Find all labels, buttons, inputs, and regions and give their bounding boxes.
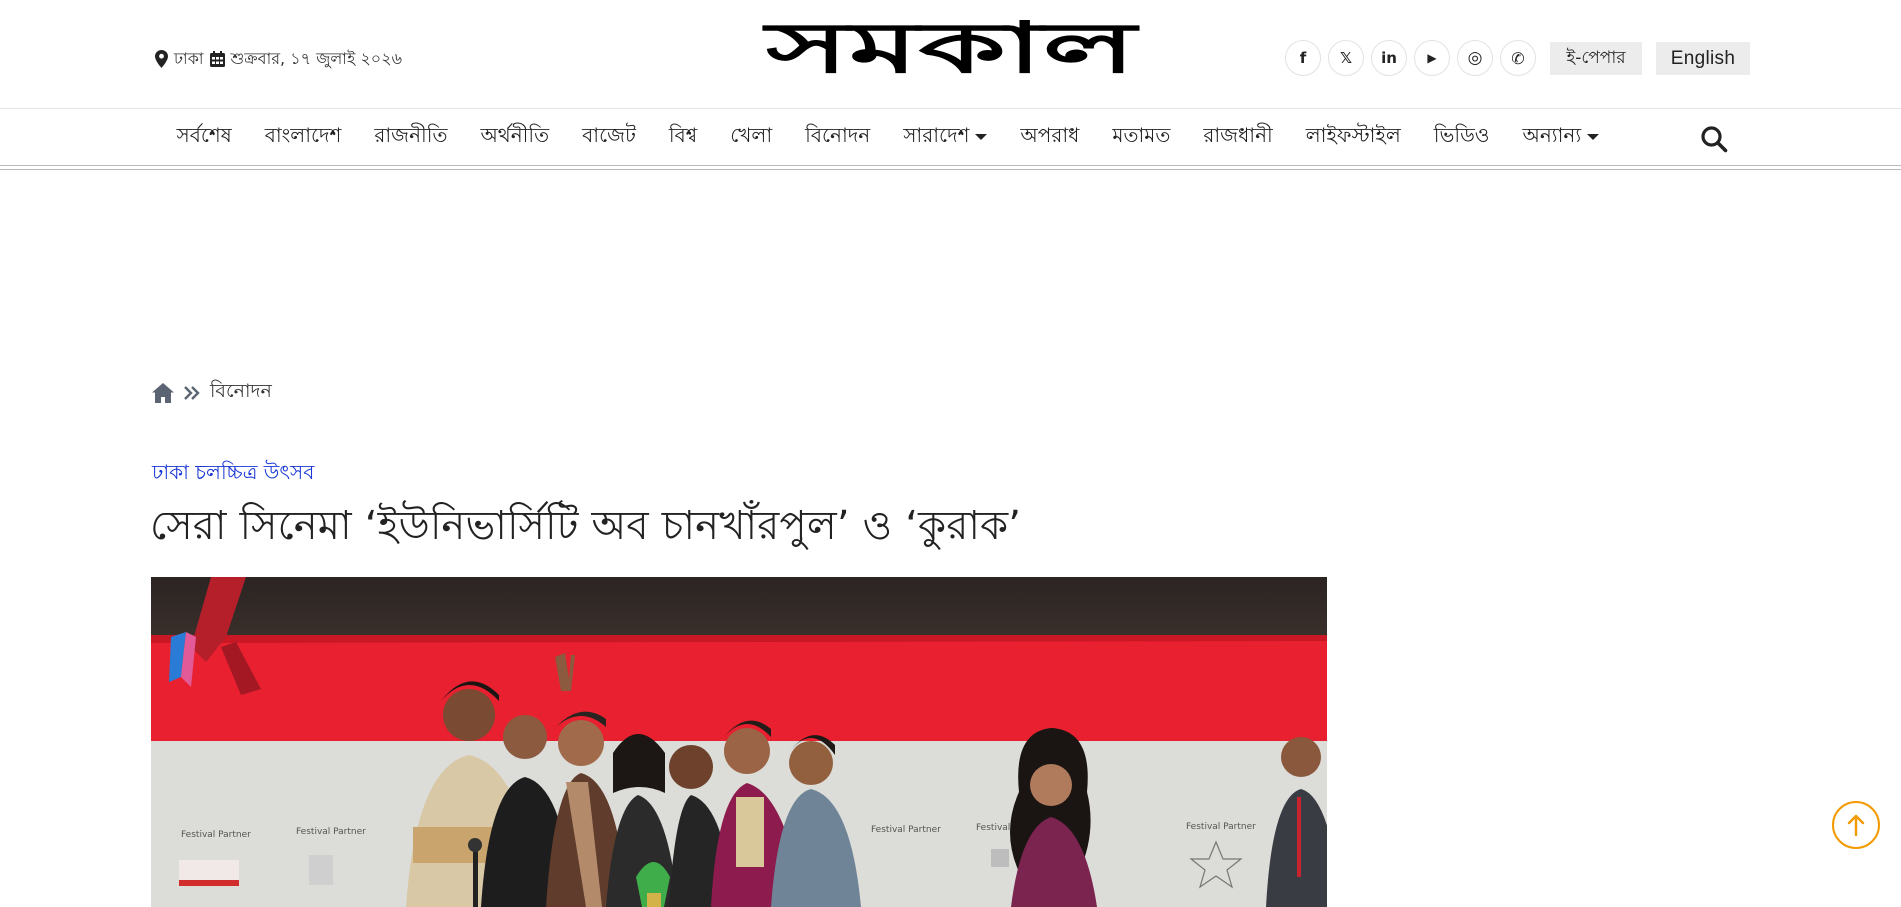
- date-text: শুক্রবার, ১৭ জুলাই ২০২৬: [230, 48, 402, 68]
- nav-item-label: মতামত: [1112, 122, 1171, 147]
- nav-item-sports[interactable]: খেলা: [714, 121, 789, 154]
- nav-item-label: সারাদেশ: [903, 122, 970, 147]
- nav-item-others[interactable]: অন্যান্য: [1506, 121, 1616, 154]
- calendar-icon: [209, 51, 225, 67]
- nav-item-politics[interactable]: রাজনীতি: [358, 121, 464, 154]
- breadcrumb-current[interactable]: বিনোদন: [210, 377, 272, 409]
- nav-item-label: অন্যান্য: [1522, 122, 1582, 147]
- nav-item-economy[interactable]: অর্থনীতি: [464, 121, 566, 154]
- nav-item-label: খেলা: [730, 122, 773, 147]
- nav-item-latest[interactable]: সর্বশেষ: [160, 121, 248, 154]
- nav-item-label: রাজনীতি: [374, 122, 448, 147]
- location-pin-icon: [155, 50, 168, 68]
- back-to-top-button[interactable]: [1832, 801, 1880, 849]
- english-button[interactable]: English: [1656, 42, 1750, 75]
- nav-item-label: অর্থনীতি: [480, 122, 550, 147]
- facebook-icon[interactable]: f: [1285, 40, 1321, 76]
- nav-item-label: বাংলাদেশ: [264, 122, 342, 147]
- nav-item-capital[interactable]: রাজধানী: [1187, 121, 1289, 154]
- home-icon[interactable]: [152, 383, 174, 403]
- nav-item-label: অপরাধ: [1020, 122, 1080, 147]
- dropdown-caret-icon: [975, 134, 988, 140]
- location-text: ঢাকা: [174, 48, 204, 68]
- instagram-icon[interactable]: ◎: [1457, 40, 1493, 76]
- dateline: ঢাকা শুক্রবার, ১৭ জুলাই ২০২৬: [155, 47, 402, 71]
- nav-item-label: বিনোদন: [805, 122, 871, 147]
- nav-item-label: লাইফস্টাইল: [1305, 122, 1401, 147]
- main-nav: সর্বশেষ বাংলাদেশ রাজনীতি অর্থনীতি বাজেট …: [0, 108, 1901, 170]
- samakal-logo[interactable]: সমকাল: [760, 20, 1142, 84]
- article-kicker[interactable]: ঢাকা চলচ্চিত্র উৎসব: [152, 458, 314, 491]
- nav-item-crime[interactable]: অপরাধ: [1004, 121, 1096, 154]
- linkedin-icon[interactable]: in: [1371, 40, 1407, 76]
- nav-item-label: সর্বশেষ: [176, 122, 232, 147]
- nav-item-bangladesh[interactable]: বাংলাদেশ: [248, 121, 358, 154]
- search-icon[interactable]: [1700, 125, 1728, 153]
- nav-item-countrywide[interactable]: সারাদেশ: [887, 121, 1004, 154]
- nav-item-world[interactable]: বিশ্ব: [652, 121, 713, 154]
- x-icon[interactable]: 𝕏: [1328, 40, 1364, 76]
- dropdown-caret-icon: [1587, 134, 1600, 140]
- youtube-icon[interactable]: ▶: [1414, 40, 1450, 76]
- festival-partner-text: Festival Partner: [1186, 822, 1256, 832]
- nav-item-lifestyle[interactable]: লাইফস্টাইল: [1289, 121, 1417, 154]
- nav-item-label: রাজধানী: [1203, 122, 1273, 147]
- epaper-button[interactable]: ই-পেপার: [1550, 42, 1642, 75]
- nav-item-entertainment[interactable]: বিনোদন: [789, 121, 887, 154]
- logo-wordmark: সমকাল: [762, 20, 1141, 84]
- festival-partner-text: Festival Partner: [181, 830, 251, 840]
- festival-partner-text: Festival Partner: [871, 825, 941, 835]
- breadcrumb: বিনোদন: [152, 377, 272, 409]
- article-headline: সেরা সিনেমা ‘ইউনিভার্সিটি অব চানখাঁরপুল’…: [150, 503, 1022, 549]
- article-hero-image: Festival Partner Festival Partner Festiv…: [151, 577, 1327, 907]
- nav-item-label: ভিডিও: [1433, 122, 1490, 147]
- nav-item-opinion[interactable]: মতামত: [1096, 121, 1187, 154]
- arrow-up-icon: [1847, 814, 1865, 836]
- nav-item-video[interactable]: ভিডিও: [1417, 121, 1506, 154]
- whatsapp-icon[interactable]: ✆: [1500, 40, 1536, 76]
- nav-item-label: বিশ্ব: [668, 122, 698, 147]
- festival-partner-text: Festival Partner: [296, 827, 366, 837]
- nav-item-label: বাজেট: [582, 122, 636, 147]
- nav-item-budget[interactable]: বাজেট: [566, 121, 653, 154]
- double-chevron-right-icon: [184, 386, 200, 400]
- site-header: ঢাকা শুক্রবার, ১৭ জুলাই ২০২৬ সমকাল f 𝕏 i…: [0, 0, 1901, 108]
- social-links: f 𝕏 in ▶ ◎ ✆: [1285, 40, 1536, 76]
